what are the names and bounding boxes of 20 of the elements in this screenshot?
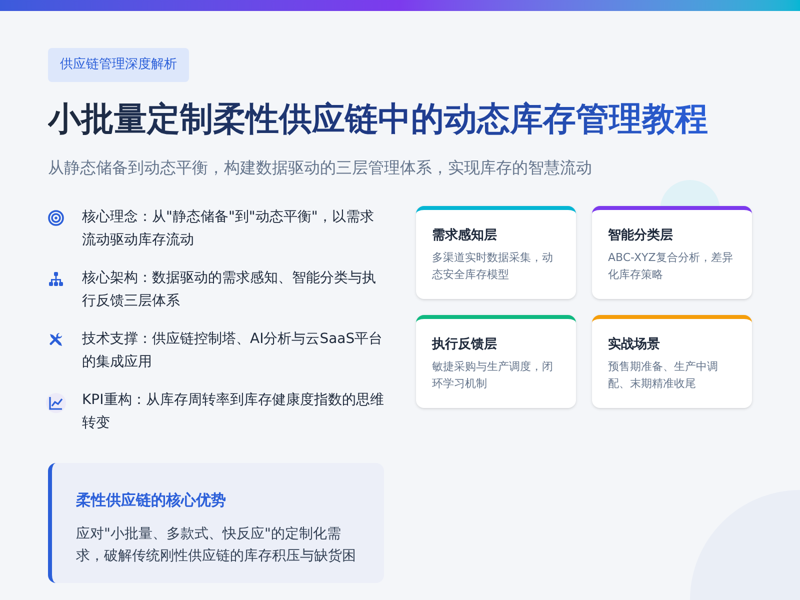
point-text: 技术支撑：供应链控制塔、AI分析与云SaaS平台的集成应用 <box>82 330 384 372</box>
card-title: 智能分类层 <box>608 226 674 244</box>
wrench-screwdriver-icon <box>48 332 64 348</box>
advantage-title: 柔性供应链的核心优势 <box>76 490 227 510</box>
card-text: 敏捷采购与生产调度，闭环学习机制 <box>432 359 554 392</box>
advantage-text: 应对"小批量、多款式、快反应"的定制化需求，破解传统刚性供应链的库存积压与缺货困 <box>76 525 357 566</box>
card-title: 需求感知层 <box>432 226 498 244</box>
point-text: 核心架构：数据驱动的需求感知、智能分类与执行反馈三层体系 <box>82 268 377 310</box>
card-title: 执行反馈层 <box>432 336 498 354</box>
point-text: 核心理念：从"静态储备"到"动态平衡"，以需求流动驱动库存流动 <box>82 208 375 250</box>
card-text: 预售期准备、生产中调配、末期精准收尾 <box>608 359 719 392</box>
point-text: KPI重构：从库存周转率到库存健康度指数的思维转变 <box>82 390 384 432</box>
line-chart-icon <box>46 392 66 412</box>
target-icon <box>48 210 64 226</box>
card-text: ABC-XYZ复合分析，差异化库存策略 <box>608 250 734 283</box>
category-tag: 供应链管理深度解析 <box>48 48 189 82</box>
card-title: 实战场景 <box>608 336 661 354</box>
card-text: 多渠道实时数据采集，动态安全库存模型 <box>432 250 554 283</box>
subtitle: 从静态储备到动态平衡，构建数据驱动的三层管理体系，实现库存的智慧流动 <box>48 156 593 178</box>
hierarchy-icon <box>48 270 64 286</box>
